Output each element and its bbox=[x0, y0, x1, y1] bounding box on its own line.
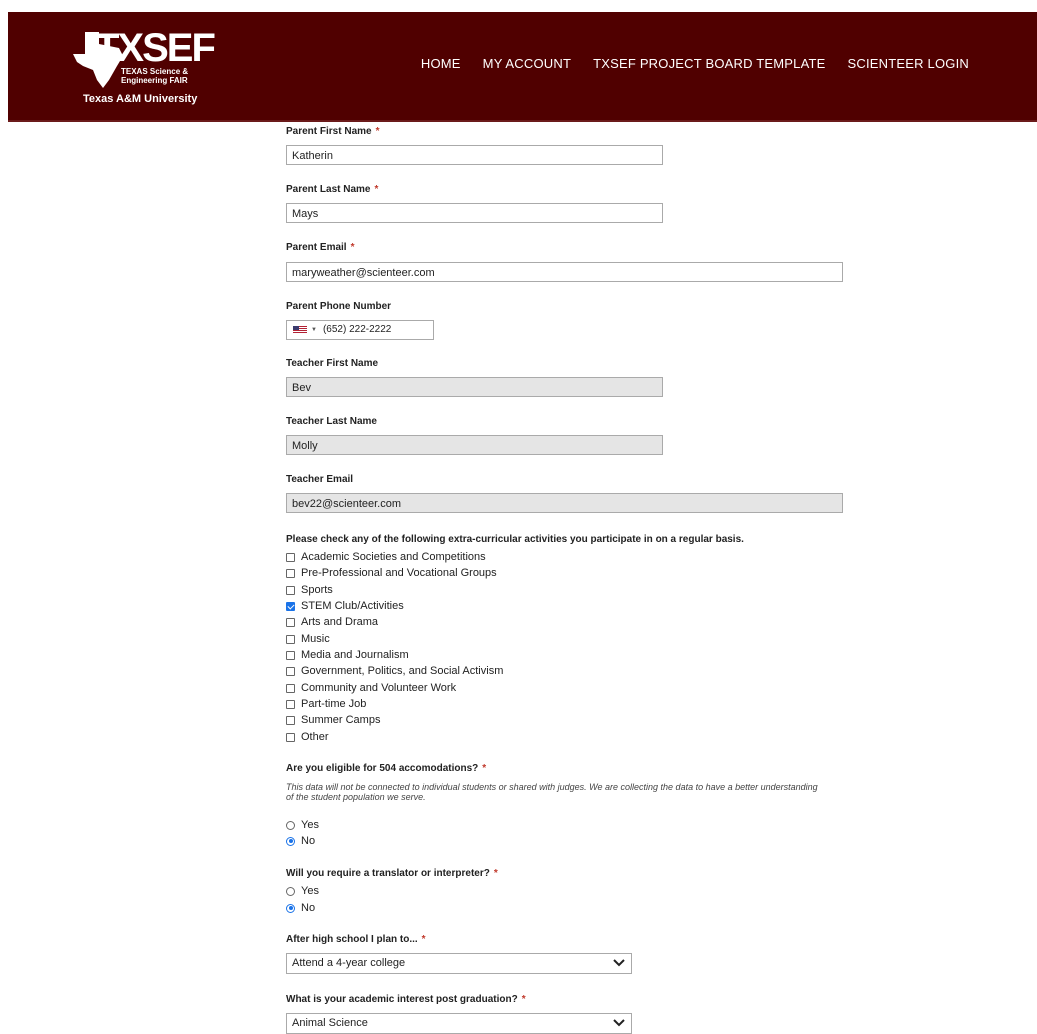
logo-text: TXSEF bbox=[95, 26, 216, 70]
plan-select[interactable]: Attend a 4-year college bbox=[286, 953, 632, 974]
activity-option[interactable]: Community and Volunteer Work bbox=[286, 682, 456, 694]
radio[interactable] bbox=[286, 820, 295, 830]
caret-down-icon[interactable]: ▼ bbox=[311, 321, 317, 339]
chevron-down-icon[interactable] bbox=[613, 958, 625, 968]
site-header: TXSEF TEXAS Science & Engineering FAIR T… bbox=[8, 12, 1037, 122]
checkbox[interactable] bbox=[286, 585, 295, 595]
checkbox[interactable] bbox=[286, 650, 295, 660]
activity-option[interactable]: STEM Club/Activities bbox=[286, 600, 404, 612]
teacher-last-name-input: Molly bbox=[286, 435, 663, 455]
teacher-email-input: bev22@scienteer.com bbox=[286, 493, 843, 513]
parent-phone-label: Parent Phone Number bbox=[286, 301, 392, 312]
teacher-first-name-input: Bev bbox=[286, 377, 663, 397]
translator-label: Will you require a translator or interpr… bbox=[286, 868, 498, 879]
teacher-first-name-label: Teacher First Name bbox=[286, 358, 379, 369]
eligible-504-help: This data will not be connected to indiv… bbox=[286, 782, 818, 802]
activity-option[interactable]: Other bbox=[286, 731, 329, 743]
nav-home[interactable]: HOME bbox=[421, 56, 461, 71]
checkbox[interactable] bbox=[286, 617, 295, 627]
activity-option[interactable]: Government, Politics, and Social Activis… bbox=[286, 665, 503, 677]
checkbox[interactable] bbox=[286, 699, 295, 709]
checkbox[interactable] bbox=[286, 715, 295, 725]
checkbox[interactable] bbox=[286, 634, 295, 644]
radio-selected[interactable] bbox=[286, 903, 295, 913]
teacher-last-name-label: Teacher Last Name bbox=[286, 416, 377, 427]
parent-first-name-label: Parent First Name * bbox=[286, 126, 380, 137]
parent-last-name-input[interactable]: Mays bbox=[286, 203, 663, 223]
radio-option-no[interactable]: No bbox=[286, 835, 315, 847]
checkbox[interactable] bbox=[286, 666, 295, 676]
activity-option[interactable]: Academic Societies and Competitions bbox=[286, 551, 486, 563]
activity-option[interactable]: Summer Camps bbox=[286, 714, 380, 726]
radio-option-yes[interactable]: Yes bbox=[286, 819, 319, 831]
radio-selected[interactable] bbox=[286, 836, 295, 846]
logo-line-2: Engineering FAIR bbox=[121, 76, 188, 85]
phone-value: (652) 222-2222 bbox=[322, 324, 392, 335]
parent-email-label: Parent Email * bbox=[286, 242, 355, 253]
radio-option-yes[interactable]: Yes bbox=[286, 885, 319, 897]
eligible-504-label: Are you eligible for 504 accomodations? * bbox=[286, 763, 487, 774]
us-flag-icon[interactable] bbox=[293, 326, 307, 334]
parent-first-name-input[interactable]: Katherin bbox=[286, 145, 663, 165]
parent-phone-input[interactable]: ▼ (652) 222-2222 bbox=[286, 320, 434, 340]
activity-option[interactable]: Pre-Professional and Vocational Groups bbox=[286, 567, 497, 579]
parent-last-name-label: Parent Last Name * bbox=[286, 184, 379, 195]
logo-line-1: TEXAS Science & bbox=[121, 67, 189, 76]
activity-option[interactable]: Media and Journalism bbox=[286, 649, 409, 661]
activity-option[interactable]: Part-time Job bbox=[286, 698, 366, 710]
checkbox[interactable] bbox=[286, 568, 295, 578]
txsef-logo[interactable]: TXSEF TEXAS Science & Engineering FAIR T… bbox=[73, 26, 216, 116]
nav-my-account[interactable]: MY ACCOUNT bbox=[483, 56, 571, 71]
activity-option[interactable]: Music bbox=[286, 633, 330, 645]
checkbox-checked[interactable] bbox=[286, 601, 295, 611]
teacher-email-label: Teacher Email bbox=[286, 474, 354, 485]
radio[interactable] bbox=[286, 886, 295, 896]
university-name: Texas A&M University bbox=[83, 93, 198, 105]
nav-scienteer-login[interactable]: SCIENTEER LOGIN bbox=[848, 56, 969, 71]
main-nav: HOME MY ACCOUNT TXSEF PROJECT BOARD TEMP… bbox=[399, 56, 969, 71]
interest-select[interactable]: Animal Science bbox=[286, 1013, 632, 1034]
checkbox[interactable] bbox=[286, 683, 295, 693]
checkbox[interactable] bbox=[286, 552, 295, 562]
plan-label: After high school I plan to... * bbox=[286, 934, 426, 945]
activity-option[interactable]: Sports bbox=[286, 584, 333, 596]
radio-option-no[interactable]: No bbox=[286, 902, 315, 914]
activity-option[interactable]: Arts and Drama bbox=[286, 616, 378, 628]
nav-project-board-template[interactable]: TXSEF PROJECT BOARD TEMPLATE bbox=[593, 56, 825, 71]
interest-label: What is your academic interest post grad… bbox=[286, 994, 526, 1005]
checkbox[interactable] bbox=[286, 732, 295, 742]
parent-email-input[interactable]: maryweather@scienteer.com bbox=[286, 262, 843, 282]
chevron-down-icon[interactable] bbox=[613, 1018, 625, 1028]
activities-label: Please check any of the following extra-… bbox=[286, 534, 744, 545]
